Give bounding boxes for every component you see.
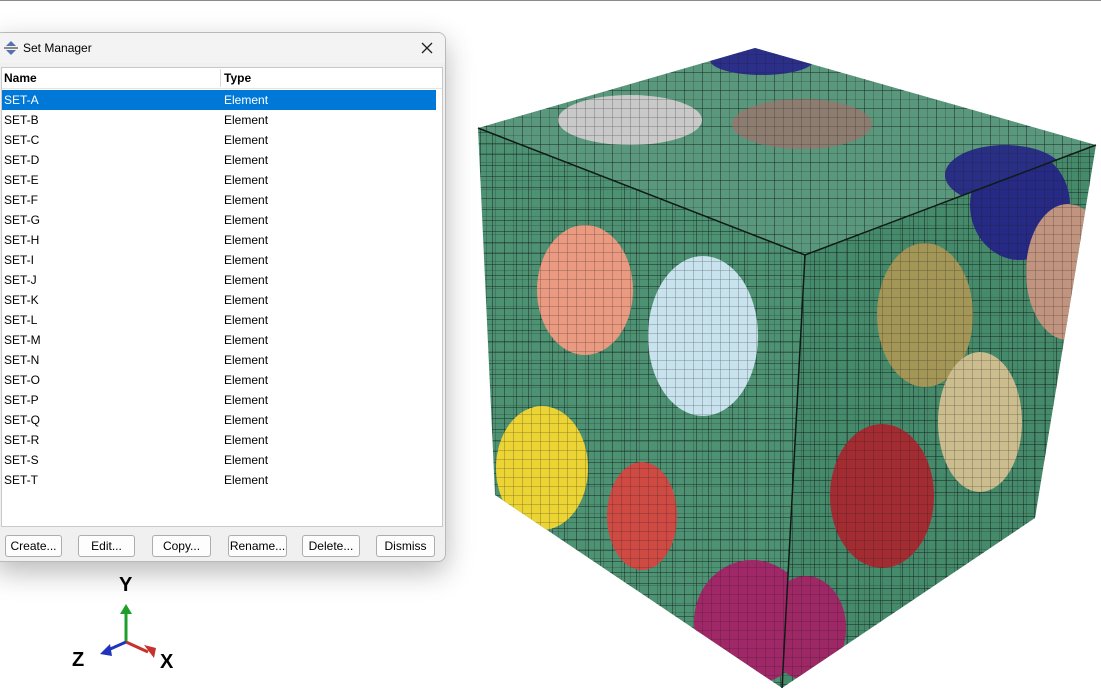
column-header-name[interactable]: Name [4, 71, 37, 85]
close-icon [421, 42, 433, 54]
set-row[interactable]: SET-E Element [2, 170, 436, 190]
set-name: SET-J [4, 273, 37, 287]
set-type: Element [224, 313, 269, 327]
copy-button[interactable]: Copy... [152, 535, 211, 557]
set-type: Element [224, 93, 269, 107]
dialog-titlebar[interactable]: Set Manager [0, 33, 445, 63]
set-row[interactable]: SET-N Element [2, 350, 436, 370]
set-name: SET-G [4, 213, 41, 227]
set-type: Element [224, 453, 269, 467]
set-name: SET-R [4, 433, 40, 447]
set-row[interactable]: SET-R Element [2, 430, 436, 450]
dialog-button-bar: Create... Edit... Copy... Rename... Dele… [0, 535, 445, 559]
set-name: SET-N [4, 353, 40, 367]
set-name: SET-K [4, 293, 39, 307]
set-name: SET-P [4, 393, 39, 407]
cube-mesh[interactable] [477, 45, 1101, 689]
dismiss-button[interactable]: Dismiss [376, 535, 435, 557]
set-type: Element [224, 433, 269, 447]
set-type: Element [224, 393, 269, 407]
edit-button[interactable]: Edit... [78, 535, 135, 557]
set-list[interactable]: Name Type SET-A Element SET-B Element SET-C E… [1, 67, 443, 527]
set-type: Element [224, 253, 269, 267]
set-name: SET-H [4, 233, 40, 247]
set-manager-dialog[interactable]: Set Manager Name Type SET-A Element SET-B E… [0, 32, 446, 562]
set-name: SET-Q [4, 413, 41, 427]
axis-z-label: Z [72, 649, 84, 671]
set-row[interactable]: SET-I Element [2, 250, 436, 270]
set-type: Element [224, 113, 269, 127]
set-row[interactable]: SET-O Element [2, 370, 436, 390]
set-type: Element [224, 353, 269, 367]
set-type: Element [224, 273, 269, 287]
set-row[interactable]: SET-L Element [2, 310, 436, 330]
set-name: SET-L [4, 313, 38, 327]
set-type: Element [224, 413, 269, 427]
close-button[interactable] [413, 35, 441, 61]
set-name: SET-T [4, 473, 39, 487]
set-name: SET-O [4, 373, 41, 387]
set-row[interactable]: SET-K Element [2, 290, 436, 310]
column-separator[interactable] [220, 69, 221, 87]
list-header: Name Type [2, 68, 442, 89]
set-row[interactable]: SET-B Element [2, 110, 436, 130]
column-header-type[interactable]: Type [224, 71, 251, 85]
rename-button[interactable]: Rename... [228, 535, 287, 557]
set-name: SET-M [4, 333, 41, 347]
set-type: Element [224, 173, 269, 187]
set-name: SET-E [4, 173, 39, 187]
dialog-title: Set Manager [23, 41, 92, 55]
set-row[interactable]: SET-M Element [2, 330, 436, 350]
set-row[interactable]: SET-F Element [2, 190, 436, 210]
set-row[interactable]: SET-P Element [2, 390, 436, 410]
set-rows: SET-A Element SET-B Element SET-C Element SET-… [2, 90, 436, 490]
set-name: SET-D [4, 153, 40, 167]
set-name: SET-S [4, 453, 39, 467]
set-type: Element [224, 373, 269, 387]
set-name: SET-B [4, 113, 39, 127]
set-row[interactable]: SET-D Element [2, 150, 436, 170]
set-type: Element [224, 133, 269, 147]
set-type: Element [224, 193, 269, 207]
set-row[interactable]: SET-C Element [2, 130, 436, 150]
set-row[interactable]: SET-G Element [2, 210, 436, 230]
set-name: SET-I [4, 253, 35, 267]
set-type: Element [224, 153, 269, 167]
set-type: Element [224, 213, 269, 227]
axis-triad: Y X Z [70, 572, 200, 682]
set-name: SET-C [4, 133, 40, 147]
set-type: Element [224, 333, 269, 347]
set-manager-icon [3, 40, 19, 56]
axis-y-label: Y [119, 574, 133, 596]
set-type: Element [224, 473, 269, 487]
set-row[interactable]: SET-T Element [2, 470, 436, 490]
axis-x-label: X [160, 651, 174, 673]
set-type: Element [224, 293, 269, 307]
set-name: SET-F [4, 193, 39, 207]
set-row[interactable]: SET-Q Element [2, 410, 436, 430]
delete-button[interactable]: Delete... [302, 535, 360, 557]
create-button[interactable]: Create... [5, 535, 62, 557]
set-row[interactable]: SET-A Element [2, 90, 436, 110]
set-row[interactable]: SET-S Element [2, 450, 436, 470]
set-row[interactable]: SET-H Element [2, 230, 436, 250]
set-type: Element [224, 233, 269, 247]
set-row[interactable]: SET-J Element [2, 270, 436, 290]
set-name: SET-A [4, 93, 39, 107]
